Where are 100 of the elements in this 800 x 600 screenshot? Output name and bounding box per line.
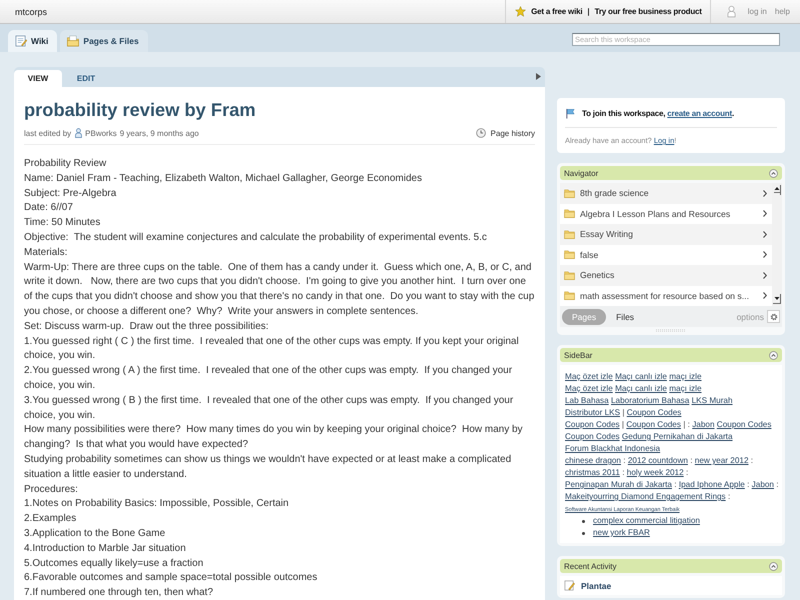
chevron-icon[interactable] [763, 210, 767, 218]
sidebar-link[interactable]: Distributor LKS [565, 408, 620, 417]
sidebar-link[interactable]: Maç özet izle [565, 372, 613, 381]
sidebar-link[interactable]: Penginapan Murah di Jakarta [565, 480, 672, 489]
sidebar-link[interactable]: Maçı canlı izle [615, 384, 667, 393]
promo-link[interactable]: Try our free business product [594, 7, 702, 16]
sidebar-link[interactable]: Jabon [692, 420, 715, 429]
sidebar-link[interactable]: Coupon Codes [626, 420, 681, 429]
link-separator: : [623, 456, 626, 465]
body-text: Probability Review [24, 157, 108, 171]
body-text: 6.Favorable outcomes and sample space=total possible outcomes [24, 571, 318, 586]
sidebar-link[interactable]: Coupon Codes [565, 420, 620, 429]
panel-title: Navigator [564, 168, 598, 178]
chevron-icon[interactable] [763, 230, 767, 238]
sidebar-link[interactable]: chinese dragon [565, 456, 621, 465]
collapse-icon[interactable] [769, 168, 778, 178]
sidebar-link[interactable]: Jabon [752, 480, 774, 489]
item-label: Genetics [580, 270, 614, 280]
sidebar-link[interactable]: LKS Murah [692, 396, 733, 405]
body-text: Time: 50 Minutes [24, 216, 102, 230]
activity-link[interactable]: Plantae [581, 580, 612, 590]
page-icon [564, 580, 575, 591]
body-text: Studying probability sometimes can show us things we wouldn't have expected or at least make a complicated situation a little easier to understand. [24, 452, 512, 482]
workspace-tab[interactable]: Wiki [8, 30, 58, 52]
sidebar-link[interactable]: 2012 countdown [628, 456, 688, 465]
sidebar-link[interactable]: new year 2012 [694, 456, 748, 465]
sidebar-link[interactable]: Makeityourring Diamond Engagement Rings [565, 492, 726, 501]
body-text: Materials: [24, 246, 68, 260]
body-text: 3.Application to the Bone Game [24, 526, 166, 541]
sidebar-link[interactable]: Maç özet izle [565, 384, 613, 393]
item-label: math assessment for resource based on s... [580, 290, 750, 301]
settings-button[interactable] [767, 310, 780, 323]
bullet-icon [582, 532, 585, 534]
item-label: 8th grade science [580, 188, 649, 198]
navigator-item[interactable]: math assessment for resource based on s... [560, 286, 772, 306]
folder-icon [564, 230, 575, 239]
flag-icon [565, 108, 576, 119]
page-history-link[interactable]: Page history [490, 128, 535, 138]
chevron-icon[interactable] [763, 190, 767, 197]
sidebar-link[interactable]: new york FBAR [593, 527, 650, 539]
sidebar-link[interactable]: Coupon Codes [716, 420, 772, 429]
navigator-item[interactable]: Essay Writing [560, 224, 772, 244]
workspace-name: mtcorps [15, 6, 48, 16]
item-label: Essay Writing [580, 229, 633, 240]
body-text: Objective: The student will examine conjectures and calculate the probability of experimental events. 5.c [24, 230, 488, 245]
navigator-item[interactable]: 8th grade science [560, 183, 772, 204]
sidebar-link[interactable]: Gedung Pernikahan di Jakarta [622, 432, 733, 441]
navigator-item[interactable]: Algebra I Lesson Plans and Resources [560, 204, 772, 224]
sidebar-link[interactable]: Coupon Codes [565, 432, 620, 441]
sidebar-link[interactable]: Ipad Iphone Apple [678, 480, 745, 489]
link-separator: : [674, 480, 677, 489]
options-label: options [736, 312, 764, 322]
page-tab[interactable]: EDIT [62, 70, 110, 87]
caret-icon[interactable] [536, 73, 541, 80]
sidebar-link[interactable]: maçı izle [669, 384, 702, 393]
body-text: Subject: Pre-Algebra [24, 186, 118, 201]
join-text: To join this workspace, create an account. [582, 109, 734, 118]
sidebar-link[interactable]: Lab Bahasa [565, 396, 609, 405]
edited-time: 9 years, 9 months ago [120, 128, 199, 138]
editor-link[interactable]: PBworks [85, 128, 117, 138]
body-text: 7.If numbered one through ten, then what? [24, 586, 214, 600]
sidebar-link[interactable]: Forum Blackhat Indonesia [565, 444, 660, 453]
link-separator: : [776, 480, 779, 489]
body-text: Warm-Up: There are three cups on the table. One of them has a candy under it. Guess which one, A, B, or C, and write it down. Now, there are two cups that you didn't choose. I'm going to give you another hint. I turn over one of the cups that you didn't choose and show you that there's no candy in that one. Do you want to stay with the cup you chose, or choose a different one? Why? Write your answers in complete sentences. [24, 260, 535, 319]
create-account-link[interactable]: create an account [667, 109, 732, 118]
chevron-icon[interactable] [763, 272, 767, 279]
sidebar-link[interactable]: holy week 2012 [626, 468, 684, 477]
workspace-tab[interactable]: Pages & Files [60, 30, 148, 52]
body-text: Name: Daniel Fram - Teaching, Elizabeth Walton, Michael Gallagher, George Economides [24, 172, 423, 186]
navigator-tab[interactable]: Files [606, 308, 644, 324]
sidebar-link[interactable]: Coupon Codes [626, 408, 682, 417]
sidebar-link[interactable]: Laboratorium Bahasa [611, 396, 690, 405]
bullet-icon [582, 520, 585, 522]
link-separator: | [622, 420, 624, 429]
sidebar-link[interactable]: christmas 2011 [565, 468, 620, 477]
chevron-icon[interactable] [763, 292, 767, 300]
collapse-icon[interactable] [769, 562, 778, 570]
sidebar-link[interactable]: complex commercial litigation [593, 515, 700, 527]
page-tab[interactable]: VIEW [14, 70, 62, 87]
navigator-item[interactable]: false [560, 244, 772, 265]
link-separator: : [728, 492, 730, 501]
chevron-icon[interactable] [763, 251, 767, 258]
scrollbar[interactable] [772, 183, 782, 306]
link-separator: | [587, 7, 590, 16]
item-label: Algebra I Lesson Plans and Resources [580, 208, 730, 219]
folder-icon [67, 35, 80, 47]
scroll-up-icon[interactable] [773, 185, 781, 195]
folder-icon [564, 188, 575, 198]
scroll-down-icon[interactable] [773, 294, 781, 304]
resize-handle[interactable] [656, 329, 686, 332]
sidebar-link[interactable]: Maçı canlı izle [615, 372, 667, 381]
gear-icon [770, 312, 778, 320]
promo-link[interactable]: Get a free wiki [531, 7, 582, 16]
page-icon [15, 35, 27, 47]
body-text: Date: 6//07 [24, 201, 74, 216]
body-text: How many possibilities were there? How many times do you win by keeping your original choice? How many by changing? Is that what you would have expected? [24, 423, 524, 452]
collapse-icon[interactable] [769, 350, 778, 360]
sidebar-link[interactable]: maçı izle [669, 372, 702, 381]
navigator-item[interactable]: Genetics [560, 265, 772, 286]
link-separator: : [747, 480, 750, 489]
